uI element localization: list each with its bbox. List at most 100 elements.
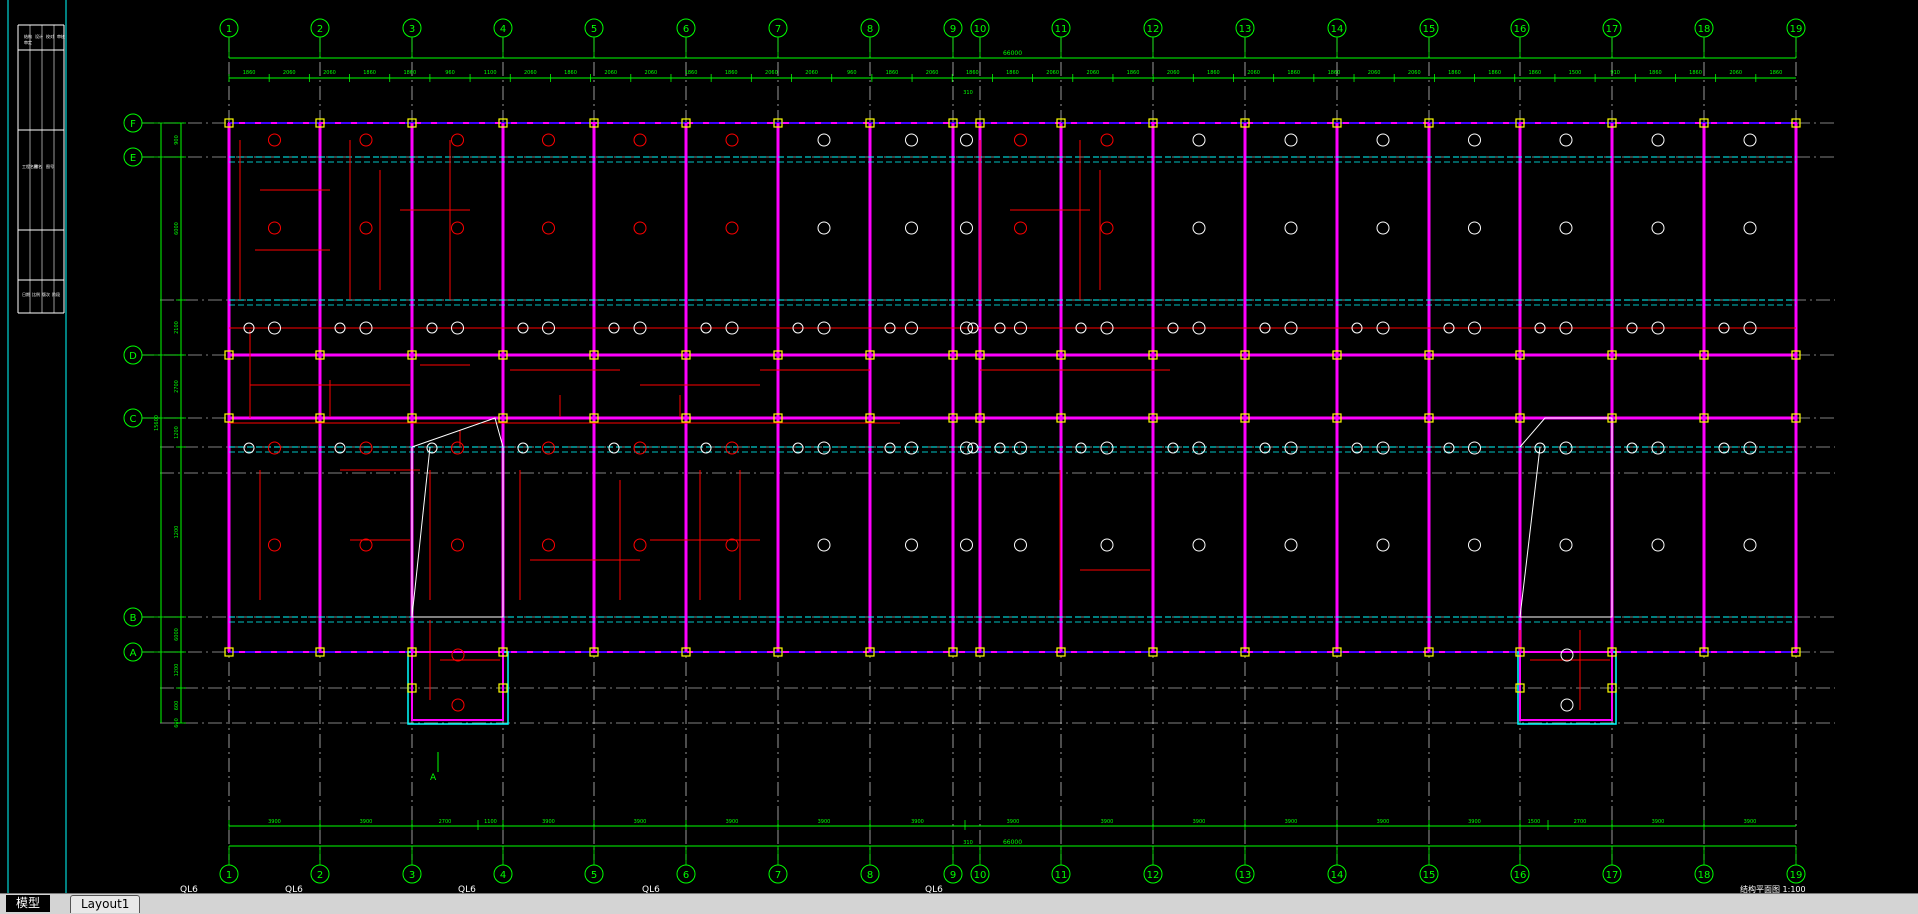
slab-tag [960,133,973,147]
slab-tag [1376,538,1390,552]
bottom-note: QL6 [180,885,198,893]
tb-mid-cell: 图名 [34,163,42,169]
beam-outer-frame [228,122,1797,653]
axis-bubble-column-label: 10 [974,870,987,881]
dim-top-span: 1860 [1689,70,1702,76]
slab-tag [960,221,973,235]
stair-tower-beam [411,651,504,721]
axis-bubble-column-label: 18 [1698,870,1711,881]
slab-tag [1284,133,1298,147]
slab-tag [905,538,918,552]
axis-bubble-column-label: 9 [950,870,956,881]
dim-bottom-span: 3900 [268,819,281,825]
axis-bubble-column-label: 19 [1790,870,1803,881]
dim-bottom-span: 3900 [818,819,831,825]
dim-top-span: 1860 [886,70,899,76]
tb-mid-cell: 图号 [46,163,54,169]
dim-top-span: 1860 [685,70,698,76]
dim-bottom-span: 3900 [1101,819,1114,825]
axis-bubble-column-label: 7 [775,24,781,35]
dim-left-span: 1200 [174,526,180,539]
dim-bottom-span: 3900 [1285,819,1298,825]
axis-bubble-column-label: 11 [1055,24,1068,35]
dim-top-span: 2060 [323,70,336,76]
dim-left-span: 2700 [174,380,180,393]
dim-left-span: 6000 [174,628,180,641]
slab-tag [817,221,831,235]
dim-top-span: 1860 [403,70,416,76]
tab-layout1[interactable]: Layout1 [70,895,141,913]
slab-tag [542,133,555,147]
dim-top-span: 2060 [1247,70,1260,76]
axis-bubble-column-label: 8 [867,24,873,35]
tb-top-cell: 校对 [46,33,54,39]
stair-diagonal [1519,446,1541,618]
slab-tag [1014,538,1027,552]
tab-model[interactable]: 模型 [6,895,51,912]
dim-top-span: 1860 [1488,70,1501,76]
dim-bottom-span: 1100 [484,819,497,825]
dim-bottom-span: 3900 [911,819,924,825]
slab-tag [1651,133,1665,147]
slab-tag [1718,442,1730,454]
dim-top-span: 1860 [1127,70,1140,76]
slab-tag [725,441,739,455]
slab-tag [1651,221,1665,235]
slab-tag [1014,441,1027,455]
dim-top-axis-offset: 310 [963,90,973,96]
dim-top-span: 1860 [725,70,738,76]
dim-top-span: 1860 [1287,70,1300,76]
axis-bubble-column-label: 12 [1147,870,1160,881]
axis-bubble-column-label: 14 [1331,870,1344,881]
slab-tag [451,221,464,235]
tb-top-cell: 审核 [57,33,65,39]
slab-tag [451,538,464,552]
tb-low-cell: 版次 [42,291,50,297]
slab-tag [1743,133,1757,147]
dim-top-span: 1860 [1328,70,1341,76]
slab-tag [1443,442,1455,454]
slab-tag [633,133,647,147]
dim-bottom-span: 3900 [1652,819,1665,825]
slab-tag [1351,442,1363,454]
slab-tag [1468,538,1481,552]
axis-bubble-column-label: 2 [317,870,323,881]
axis-bubble-column-label: 16 [1514,870,1527,881]
drawing-title-note: 结构平面图 1:100 [1740,884,1806,893]
axis-bubble-column-label: 14 [1331,24,1344,35]
slab-tag [1559,133,1573,147]
slab-tag [905,221,918,235]
slab-tag [1468,133,1481,147]
slab-tag [1560,698,1574,712]
axis-bubble-column-label: 4 [500,870,506,881]
slab-tag [817,538,831,552]
dim-left-span: 6000 [174,222,180,235]
slab-tag [700,442,712,454]
axis-bubble-column-label: 3 [409,870,415,881]
axis-bubble-column-label: 15 [1423,24,1436,35]
slab-tag [517,442,529,454]
structure-plan [224,118,1801,725]
dim-bottom-span: 3900 [542,819,555,825]
slab-tag [334,442,346,454]
dim-top-span: 2060 [283,70,296,76]
slab-tag [359,133,373,147]
dim-left-span: 2100 [174,321,180,334]
dim-bottom-span: 3900 [1468,819,1481,825]
dim-bottom-axis-offset: 310 [963,840,973,846]
slab-tag [542,538,555,552]
bottom-note: QL6 [458,885,476,893]
slab-tag [1192,538,1206,552]
dim-bottom-span: 3900 [634,819,647,825]
dim-top-span: 2060 [524,70,537,76]
axis-bubble-column-label: 7 [775,870,781,881]
axis-bubble-column-label: 9 [950,24,956,35]
slab-tag [725,221,739,235]
slab-tag [1376,221,1390,235]
dim-top-span: 960 [847,70,857,76]
layout-tab-bar: 模型 Layout1 [0,893,1918,914]
axis-bubble-column-label: 1 [226,24,232,35]
axis-bubble-column-label: 13 [1239,24,1252,35]
drawing-canvas[interactable]: 结构 设计 校对 审核审定工程名称图名 图号日期 比例 版次 阶段 660003101860 2… [0,0,1918,893]
slab-tag [1743,221,1757,235]
